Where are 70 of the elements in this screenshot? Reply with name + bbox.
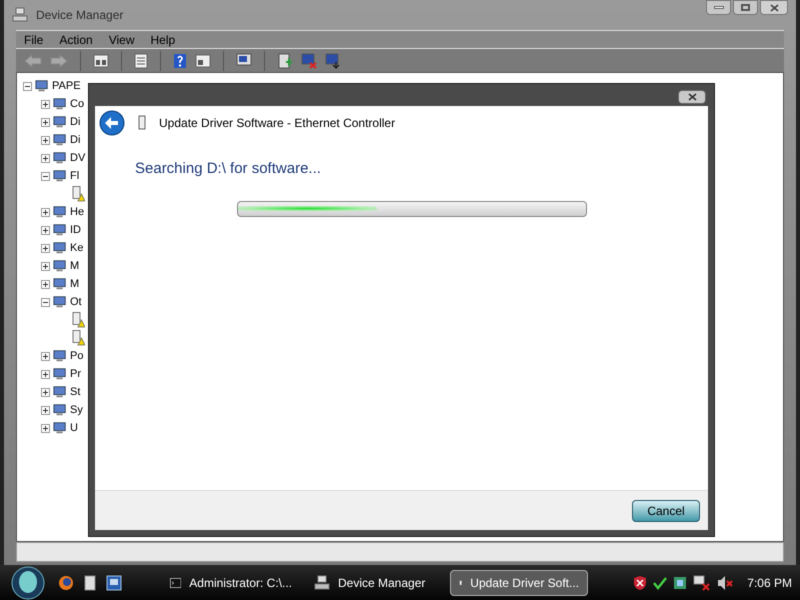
- monitor-icon[interactable]: [236, 52, 252, 68]
- expand-icon[interactable]: [41, 406, 50, 414]
- computer-icon: [314, 574, 330, 590]
- close-icon: [688, 93, 696, 101]
- collapse-icon[interactable]: [41, 298, 50, 306]
- checkmark-icon: [653, 576, 668, 590]
- tree-item-label[interactable]: U: [70, 420, 78, 436]
- tree-item-label[interactable]: Di: [70, 132, 80, 148]
- expand-icon[interactable]: [41, 154, 50, 162]
- expand-icon[interactable]: [41, 226, 50, 234]
- shield-icon: [633, 574, 648, 590]
- clock[interactable]: 7:06 PM: [747, 574, 792, 592]
- expand-icon[interactable]: [41, 100, 50, 108]
- dialog-heading: Searching D:\ for software...: [135, 159, 321, 179]
- dialog-title: Update Driver Software - Ethernet Controller: [159, 115, 396, 132]
- expand-icon[interactable]: [41, 244, 50, 252]
- tree-item-label[interactable]: Ot: [70, 294, 82, 310]
- tree-item-label[interactable]: Pr: [70, 366, 81, 382]
- tree-item-label[interactable]: Sy: [70, 402, 83, 418]
- computer-icon: [12, 7, 28, 23]
- speaker-muted-icon: [717, 574, 734, 590]
- tree-item-label[interactable]: Fl: [70, 168, 80, 184]
- collapse-icon[interactable]: [23, 82, 32, 90]
- tree-item-label[interactable]: Po: [70, 348, 84, 364]
- expand-icon[interactable]: [41, 388, 50, 396]
- taskbar-button[interactable]: Administrator: C:\...: [162, 570, 300, 596]
- window-title: Device Manager: [36, 7, 124, 24]
- tree-item-label[interactable]: M: [70, 276, 80, 292]
- cancel-button[interactable]: Cancel: [632, 500, 700, 522]
- tree-item-label[interactable]: DV: [70, 150, 86, 166]
- close-button[interactable]: [678, 90, 706, 104]
- tree-item-label[interactable]: Ke: [70, 240, 84, 256]
- tree-item-label[interactable]: Co: [70, 96, 84, 112]
- tree-item-label[interactable]: PAPE: [52, 78, 81, 94]
- tree-item-label[interactable]: ID: [70, 222, 81, 238]
- expand-icon[interactable]: [41, 136, 50, 144]
- tree-item-label[interactable]: St: [70, 384, 80, 400]
- tree-item-label[interactable]: Di: [70, 114, 80, 130]
- network-disconnected-icon: [693, 574, 712, 590]
- uninstall-device-icon[interactable]: [325, 52, 341, 68]
- expand-icon[interactable]: [41, 424, 50, 432]
- expand-icon[interactable]: [41, 280, 50, 288]
- menu-item[interactable]: View: [108, 30, 134, 48]
- expand-icon[interactable]: [41, 208, 50, 216]
- menu-item[interactable]: File: [24, 30, 44, 48]
- close-button[interactable]: [760, 0, 788, 15]
- command-prompt-icon: [170, 576, 182, 590]
- taskbar-button[interactable]: Device Manager: [306, 570, 444, 596]
- update-driver-icon[interactable]: [277, 52, 293, 68]
- expand-icon[interactable]: [41, 370, 50, 378]
- expand-icon[interactable]: [41, 118, 50, 126]
- document-icon[interactable]: [84, 574, 96, 590]
- minimize-button[interactable]: [706, 0, 731, 15]
- browser-icon[interactable]: [58, 574, 74, 590]
- windows-icon[interactable]: [106, 574, 122, 590]
- menu-item[interactable]: Action: [59, 30, 93, 48]
- console-tree-icon[interactable]: [93, 54, 109, 68]
- taskbar-button[interactable]: Update Driver Soft...: [450, 570, 588, 596]
- close-icon: [770, 4, 778, 12]
- app-icon: [673, 576, 688, 590]
- view-icon[interactable]: [195, 54, 211, 68]
- tree-item-label[interactable]: M: [70, 258, 80, 274]
- collapse-icon[interactable]: [41, 172, 50, 180]
- menu-item[interactable]: Help: [150, 30, 176, 48]
- properties-icon[interactable]: [134, 52, 148, 68]
- expand-icon[interactable]: [41, 262, 50, 270]
- help-icon[interactable]: [173, 52, 187, 68]
- maximize-button[interactable]: [733, 0, 758, 15]
- tree-item-label[interactable]: He: [70, 204, 84, 220]
- expand-icon[interactable]: [41, 352, 50, 360]
